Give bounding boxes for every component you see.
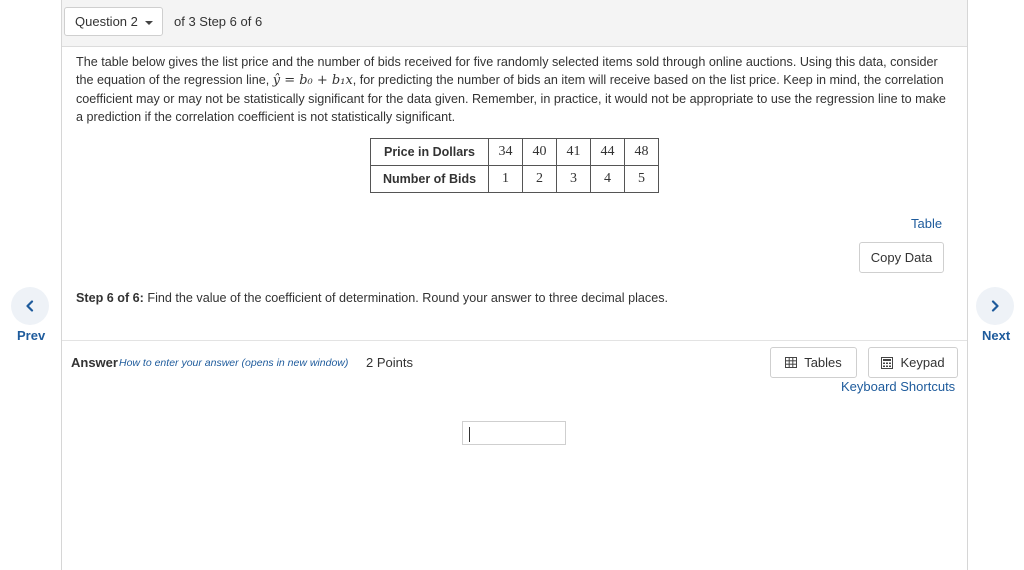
- keypad-icon: [881, 356, 894, 369]
- table-icon: [785, 357, 798, 368]
- chevron-left-icon: [26, 300, 34, 312]
- step-text: Find the value of the coefficient of det…: [143, 291, 668, 305]
- row-header-bids: Number of Bids: [370, 165, 489, 193]
- table-cell: 1: [488, 165, 523, 193]
- chevron-right-icon: [991, 300, 999, 312]
- table-link[interactable]: Table: [911, 216, 942, 231]
- table-row: Price in Dollars 34 40 41 44 48: [370, 138, 659, 166]
- table-cell: 3: [556, 165, 591, 193]
- table-cell: 48: [624, 138, 659, 166]
- divider: [62, 340, 967, 341]
- tables-button[interactable]: Tables: [770, 347, 857, 378]
- table-cell: 44: [590, 138, 625, 166]
- data-table: Price in Dollars 34 40 41 44 48 Number o…: [370, 138, 659, 193]
- answer-input[interactable]: [462, 421, 566, 445]
- step-label: Step 6 of 6:: [76, 291, 144, 305]
- step-instruction: Step 6 of 6: Find the value of the coeff…: [76, 291, 668, 305]
- keypad-label: Keypad: [900, 355, 945, 370]
- row-header-price: Price in Dollars: [370, 138, 489, 166]
- next-button[interactable]: [976, 287, 1014, 325]
- points-value: 2 Points: [366, 355, 413, 370]
- table-cell: 34: [488, 138, 523, 166]
- question-select[interactable]: Question 2: [64, 7, 163, 36]
- tables-label: Tables: [804, 355, 842, 370]
- keypad-button[interactable]: Keypad: [868, 347, 958, 378]
- table-cell: 5: [624, 165, 659, 193]
- prev-label[interactable]: Prev: [17, 328, 45, 343]
- prev-button[interactable]: [11, 287, 49, 325]
- table-cell: 2: [522, 165, 557, 193]
- table-cell: 4: [590, 165, 625, 193]
- table-cell: 41: [556, 138, 591, 166]
- regression-equation: ŷ = b₀ + b₁x: [272, 73, 353, 88]
- step-info: of 3 Step 6 of 6: [174, 14, 263, 29]
- copy-data-button[interactable]: Copy Data: [859, 242, 944, 273]
- text-cursor: [469, 427, 470, 442]
- next-label[interactable]: Next: [982, 328, 1010, 343]
- caret-down-icon: [145, 21, 153, 25]
- howto-link[interactable]: How to enter your answer (opens in new w…: [119, 357, 348, 369]
- question-panel: Question 2 of 3 Step 6 of 6 The table be…: [61, 0, 968, 570]
- table-row: Number of Bids 1 2 3 4 5: [370, 165, 659, 193]
- answer-label: Answer: [71, 355, 118, 370]
- question-header: Question 2 of 3 Step 6 of 6: [62, 0, 967, 47]
- table-cell: 40: [522, 138, 557, 166]
- keyboard-shortcuts-link[interactable]: Keyboard Shortcuts: [841, 379, 955, 394]
- problem-statement: The table below gives the list price and…: [76, 53, 946, 126]
- question-select-value: Question 2: [75, 14, 138, 29]
